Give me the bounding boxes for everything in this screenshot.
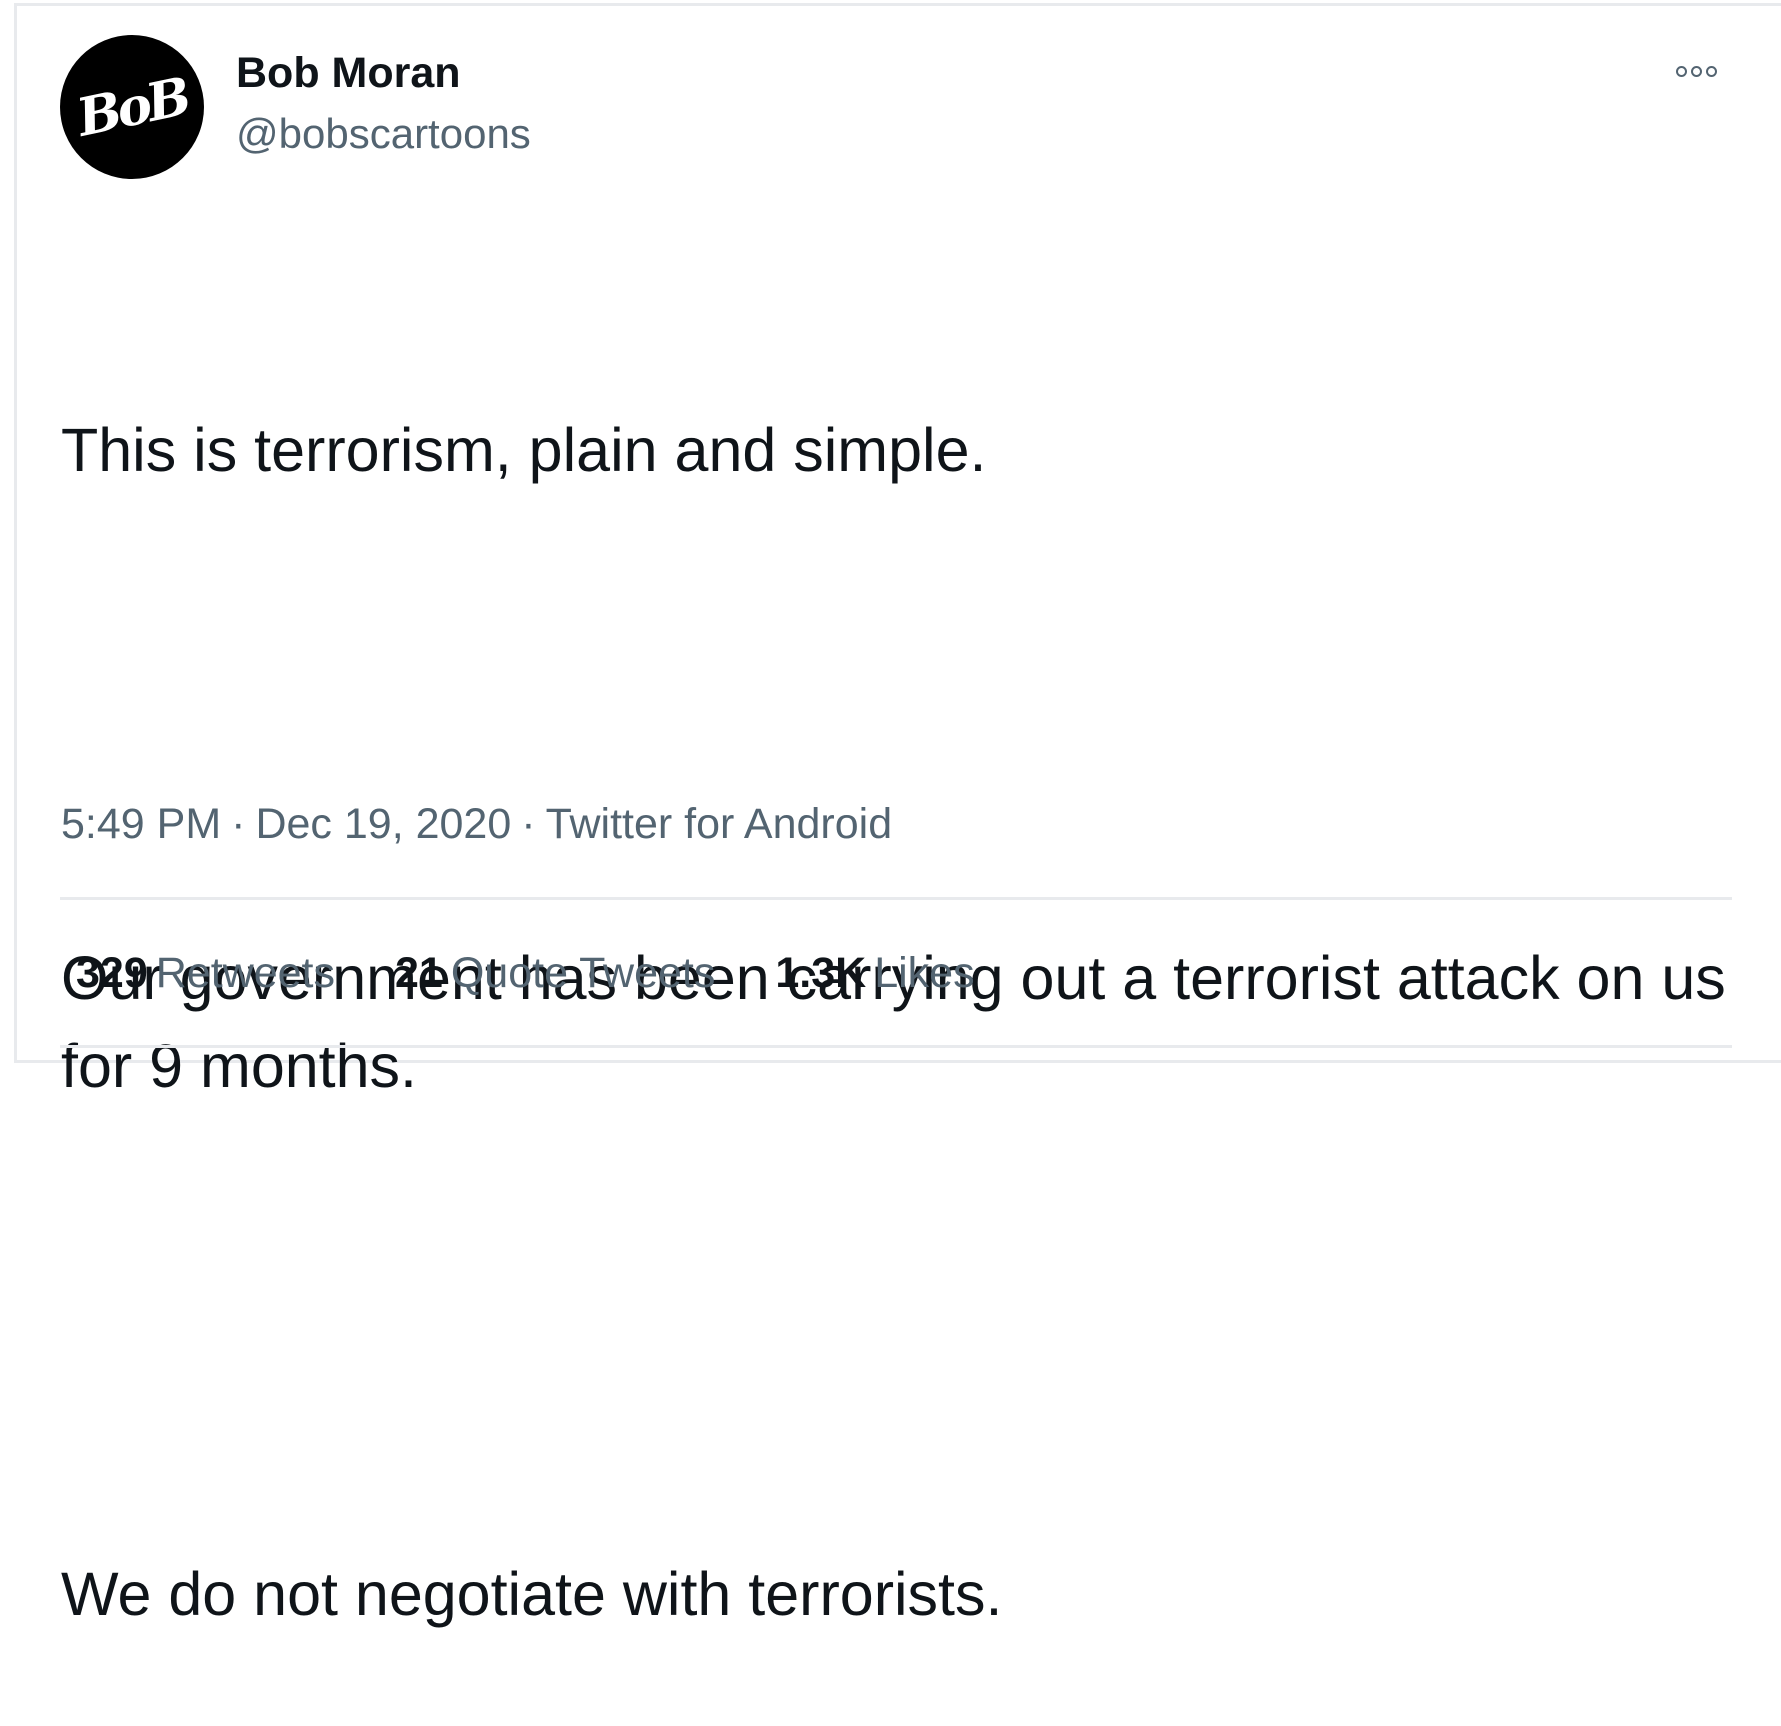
meta-separator: · <box>521 800 536 848</box>
avatar[interactable]: BoB <box>60 35 204 179</box>
likes-label: Likes <box>874 949 975 997</box>
tweet-stats: 329 Retweets 21 Quote Tweets 1.3K Likes <box>76 952 1035 995</box>
divider <box>60 897 1732 900</box>
likes-stat[interactable]: 1.3K Likes <box>775 952 974 995</box>
retweets-label: Retweets <box>155 949 335 997</box>
quote-tweets-count: 21 <box>395 949 443 997</box>
more-options-button[interactable] <box>1676 66 1717 77</box>
user-handle[interactable]: @bobscartoons <box>236 113 531 155</box>
meta-separator: · <box>231 800 246 848</box>
avatar-logo: BoB <box>71 65 193 149</box>
more-options-icon-dot <box>1691 66 1702 77</box>
tweet-paragraph: We do not negotiate with terrorists. <box>61 1560 1003 1628</box>
likes-count: 1.3K <box>775 949 867 997</box>
more-options-icon-dot <box>1706 66 1717 77</box>
tweet-date[interactable]: Dec 19, 2020 <box>255 800 511 848</box>
tweet-time[interactable]: 5:49 PM <box>61 800 221 848</box>
tweet-spacer <box>61 670 1741 758</box>
tweet-metadata: 5:49 PM · Dec 19, 2020 · Twitter for Android <box>61 803 892 846</box>
tweet-paragraph: This is terrorism, plain and simple. <box>61 416 987 484</box>
retweets-stat[interactable]: 329 Retweets <box>76 952 335 995</box>
display-name[interactable]: Bob Moran <box>236 52 461 95</box>
quote-tweets-label: Quote Tweets <box>450 949 716 997</box>
retweets-count: 329 <box>76 949 148 997</box>
more-options-icon <box>1676 66 1687 77</box>
tweet-spacer <box>61 1286 1741 1374</box>
quote-tweets-stat[interactable]: 21 Quote Tweets <box>395 952 715 995</box>
tweet-source[interactable]: Twitter for Android <box>546 800 893 848</box>
